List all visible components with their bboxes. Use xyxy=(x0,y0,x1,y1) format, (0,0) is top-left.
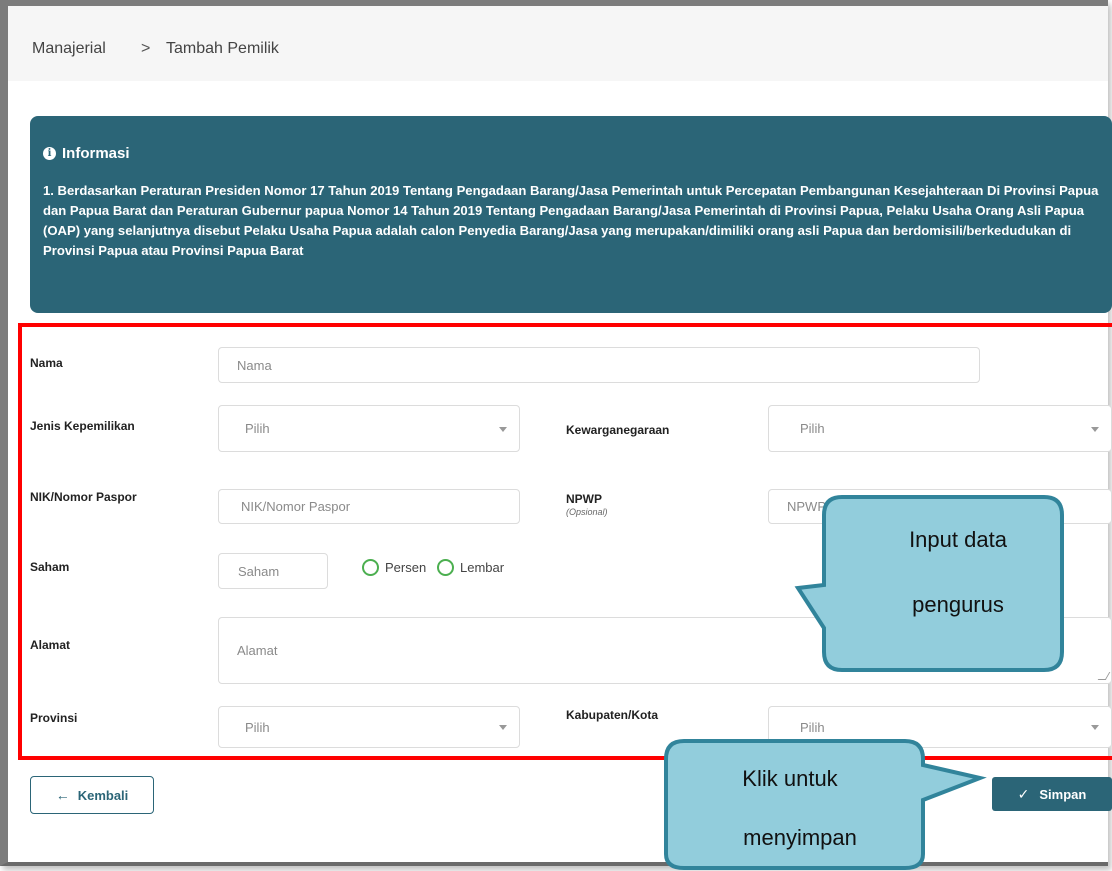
label-nama: Nama xyxy=(30,356,63,370)
npwp-placeholder: NPWP xyxy=(787,499,826,514)
nama-input[interactable]: Nama xyxy=(218,347,980,383)
label-nik: NIK/Nomor Paspor xyxy=(30,490,137,504)
jenis-kepemilikan-value: Pilih xyxy=(245,421,270,436)
kewarganegaraan-select[interactable]: Pilih xyxy=(768,405,1112,452)
jenis-kepemilikan-select[interactable]: Pilih xyxy=(218,405,520,452)
kewarganegaraan-value: Pilih xyxy=(800,421,825,436)
label-kewarganegaraan: Kewarganegaraan xyxy=(566,423,670,437)
label-kabupaten: Kabupaten/Kota xyxy=(566,708,659,722)
simpan-label: Simpan xyxy=(1039,786,1087,802)
info-text: 1. Berdasarkan Peraturan Presiden Nomor … xyxy=(43,183,1099,258)
radio-circle-icon xyxy=(362,559,379,576)
info-title-text: Informasi xyxy=(62,145,130,162)
kembali-label: Kembali xyxy=(77,787,129,803)
arrow-left-icon: ← xyxy=(55,787,70,803)
callout-input-line1: Input data xyxy=(909,527,1007,552)
saham-placeholder: Saham xyxy=(238,563,280,579)
label-npwp-text: NPWP xyxy=(566,492,602,506)
simpan-button[interactable]: ✓ Simpan xyxy=(992,777,1112,811)
kabupaten-select[interactable]: Pilih xyxy=(768,706,1112,748)
label-saham: Saham xyxy=(30,560,70,574)
radio-lembar-label: Lembar xyxy=(460,560,505,575)
alamat-placeholder: Alamat xyxy=(237,643,278,658)
resize-handle-icon[interactable] xyxy=(1097,672,1111,680)
info-panel: i Informasi 1. Berdasarkan Peraturan Pre… xyxy=(30,116,1112,313)
saham-input[interactable]: Saham xyxy=(218,553,328,589)
info-circle-icon: i xyxy=(43,147,56,160)
radio-persen-label: Persen xyxy=(385,560,427,575)
check-icon: ✓ xyxy=(1017,785,1030,802)
nik-placeholder: NIK/Nomor Paspor xyxy=(241,499,351,514)
label-provinsi: Provinsi xyxy=(30,711,78,725)
label-jenis-kepemilikan: Jenis Kepemilikan xyxy=(30,419,135,433)
breadcrumb: Manajerial > Tambah Pemilik xyxy=(8,6,1108,81)
label-npwp-optional: (Opsional) xyxy=(566,507,608,517)
chevron-down-icon xyxy=(1091,426,1099,432)
radio-lembar[interactable]: Lembar xyxy=(437,559,504,576)
callout-input-line2: pengurus xyxy=(912,592,1004,617)
provinsi-select[interactable]: Pilih xyxy=(218,706,520,748)
chevron-down-icon xyxy=(499,725,507,730)
kabupaten-value: Pilih xyxy=(800,719,825,735)
provinsi-value: Pilih xyxy=(245,719,270,735)
radio-circle-icon xyxy=(437,559,454,576)
breadcrumb-current: Tambah Pemilik xyxy=(166,40,279,57)
callout-klik-line1: Klik untuk xyxy=(742,766,838,791)
radio-persen[interactable]: Persen xyxy=(362,559,426,576)
breadcrumb-separator-icon: > xyxy=(141,40,151,57)
breadcrumb-parent[interactable]: Manajerial xyxy=(32,40,106,58)
nama-placeholder: Nama xyxy=(237,357,272,373)
label-npwp: NPWP (Opsional) xyxy=(566,492,608,517)
chevron-down-icon xyxy=(1091,725,1099,730)
chevron-down-icon xyxy=(499,426,507,432)
kembali-button[interactable]: ← Kembali xyxy=(30,776,154,814)
callout-klik-line2: menyimpan xyxy=(743,825,857,850)
nik-input[interactable]: NIK/Nomor Paspor xyxy=(218,489,520,524)
label-alamat: Alamat xyxy=(30,638,71,652)
info-title: i Informasi xyxy=(43,145,130,162)
